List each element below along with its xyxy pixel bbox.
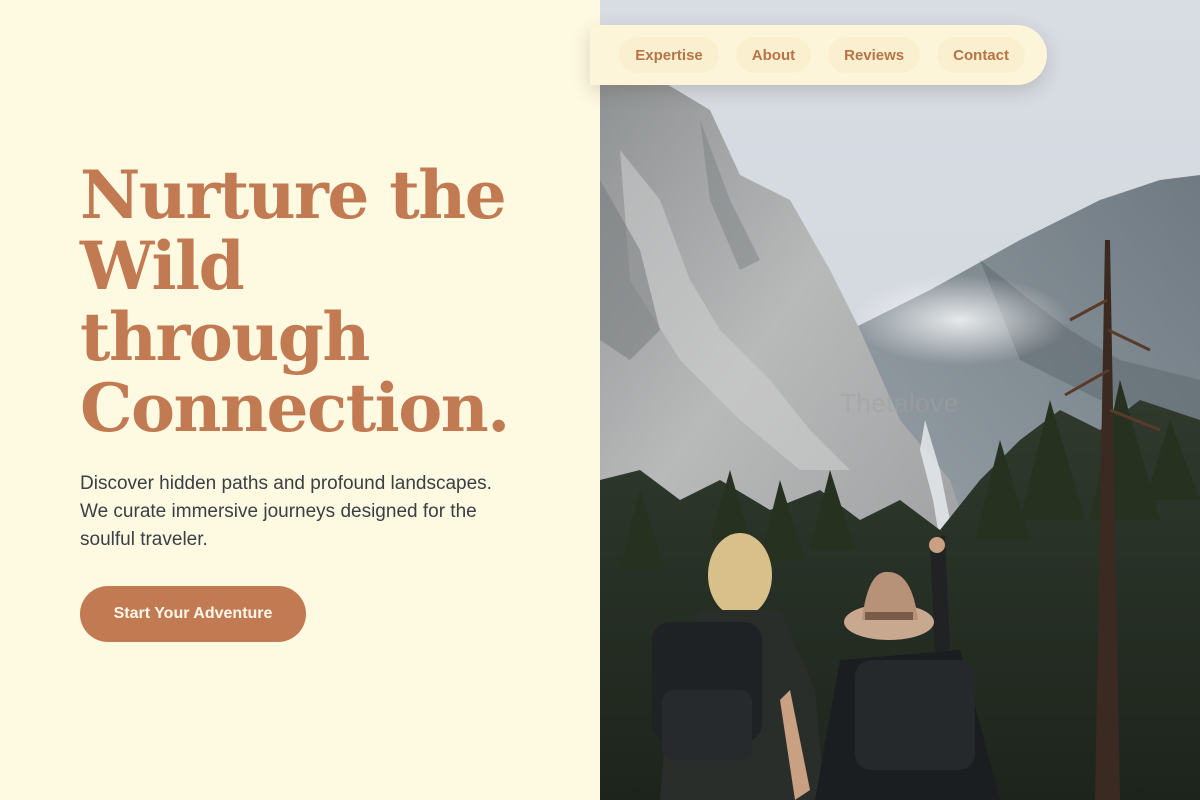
- hero-section: Nurture the Wild through Connection. Dis…: [0, 0, 600, 800]
- nav-link-about[interactable]: About: [735, 37, 812, 73]
- nav-link-reviews[interactable]: Reviews: [828, 37, 921, 73]
- top-nav: Expertise About Reviews Contact: [590, 25, 1047, 85]
- hero-title-line: through: [80, 298, 370, 376]
- hero-title-line: Wild: [80, 227, 245, 305]
- hero-title: Nurture the Wild through Connection.: [80, 160, 560, 444]
- nav-link-contact[interactable]: Contact: [937, 37, 1025, 73]
- hero-description: Discover hidden paths and profound lands…: [80, 473, 492, 550]
- watermark: Thetalove: [840, 388, 959, 418]
- nav-link-expertise[interactable]: Expertise: [619, 37, 719, 73]
- hero-title-line: Connection.: [80, 369, 510, 447]
- hero-title-line: Nurture the: [80, 156, 507, 234]
- start-adventure-button[interactable]: Start Your Adventure: [80, 586, 306, 642]
